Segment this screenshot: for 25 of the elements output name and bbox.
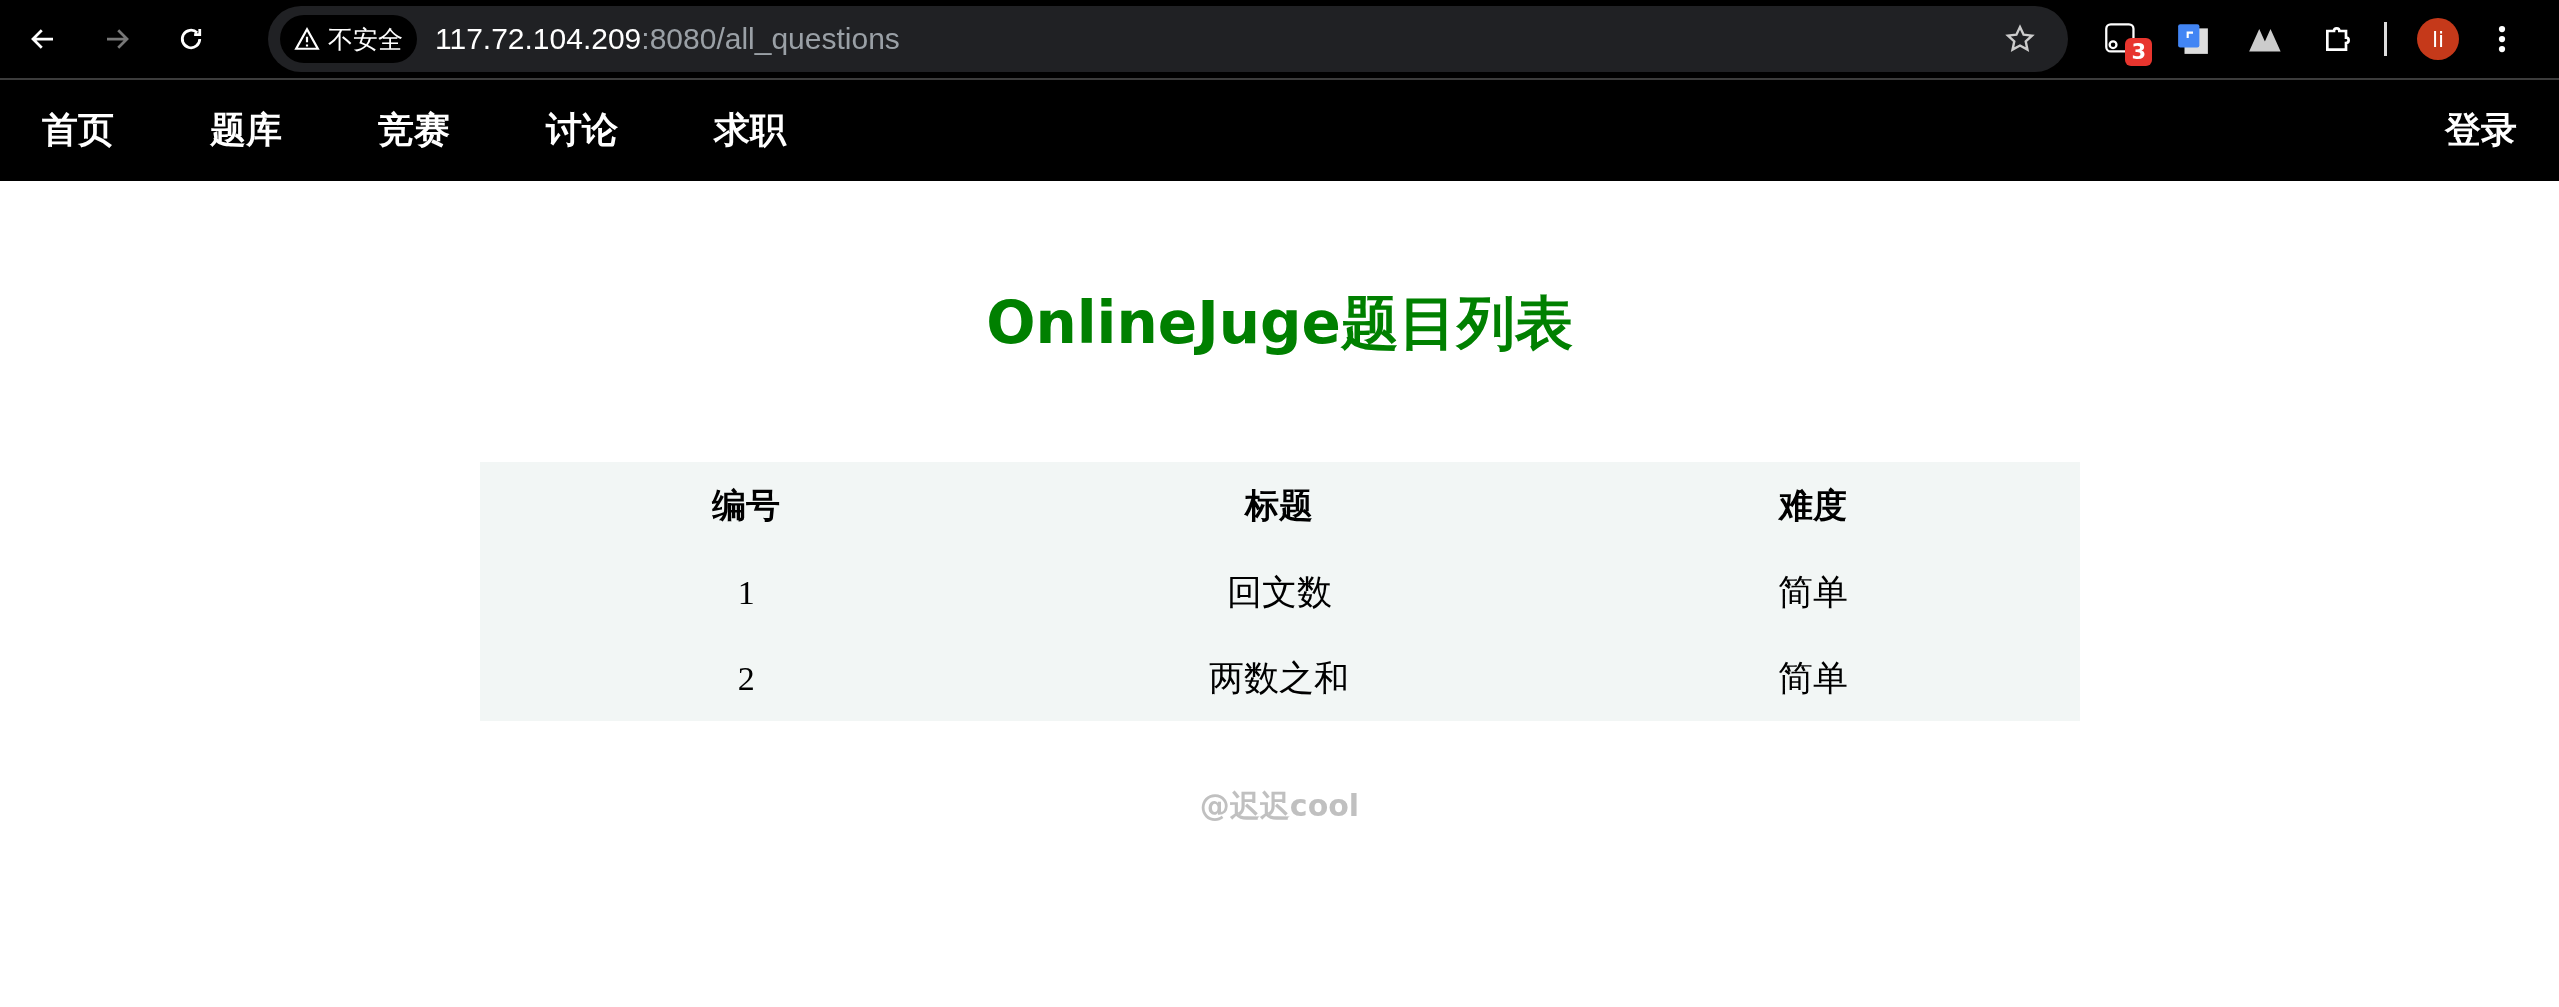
security-chip[interactable]: 不安全 bbox=[280, 15, 417, 63]
star-icon[interactable] bbox=[2004, 23, 2036, 55]
question-title-link[interactable]: 两数之和 bbox=[1209, 657, 1350, 698]
question-number: 2 bbox=[737, 660, 755, 697]
nav-link[interactable]: 求职 bbox=[714, 106, 786, 155]
question-title-link[interactable]: 回文数 bbox=[1227, 571, 1332, 612]
question-number: 1 bbox=[737, 574, 755, 611]
column-header: 编号 bbox=[712, 484, 781, 525]
nav-link[interactable]: 竞赛 bbox=[378, 106, 450, 155]
difficulty-text: 简单 bbox=[1777, 657, 1848, 698]
nav-link[interactable]: 讨论 bbox=[546, 106, 618, 155]
translate-icon[interactable] bbox=[2176, 22, 2210, 56]
login-link[interactable]: 登录 bbox=[2445, 106, 2517, 155]
page-title: OnlineJuge题目列表 bbox=[985, 288, 1574, 359]
nav-link[interactable]: 题库 bbox=[210, 106, 282, 155]
notification-badge: 3 bbox=[2125, 38, 2152, 66]
menu-icon[interactable] bbox=[2497, 24, 2507, 54]
address-bar[interactable]: 不安全 117.72.104.209:8080/all_questions bbox=[268, 6, 2068, 72]
column-header: 难度 bbox=[1778, 484, 1847, 525]
footer-credit: @迟迟cool bbox=[1199, 788, 1360, 823]
nav-link[interactable]: 首页 bbox=[42, 106, 114, 155]
difficulty-text: 简单 bbox=[1777, 571, 1848, 612]
profile-avatar[interactable]: li bbox=[2417, 18, 2459, 60]
warning-icon bbox=[294, 26, 320, 52]
column-header: 标题 bbox=[1245, 484, 1314, 525]
